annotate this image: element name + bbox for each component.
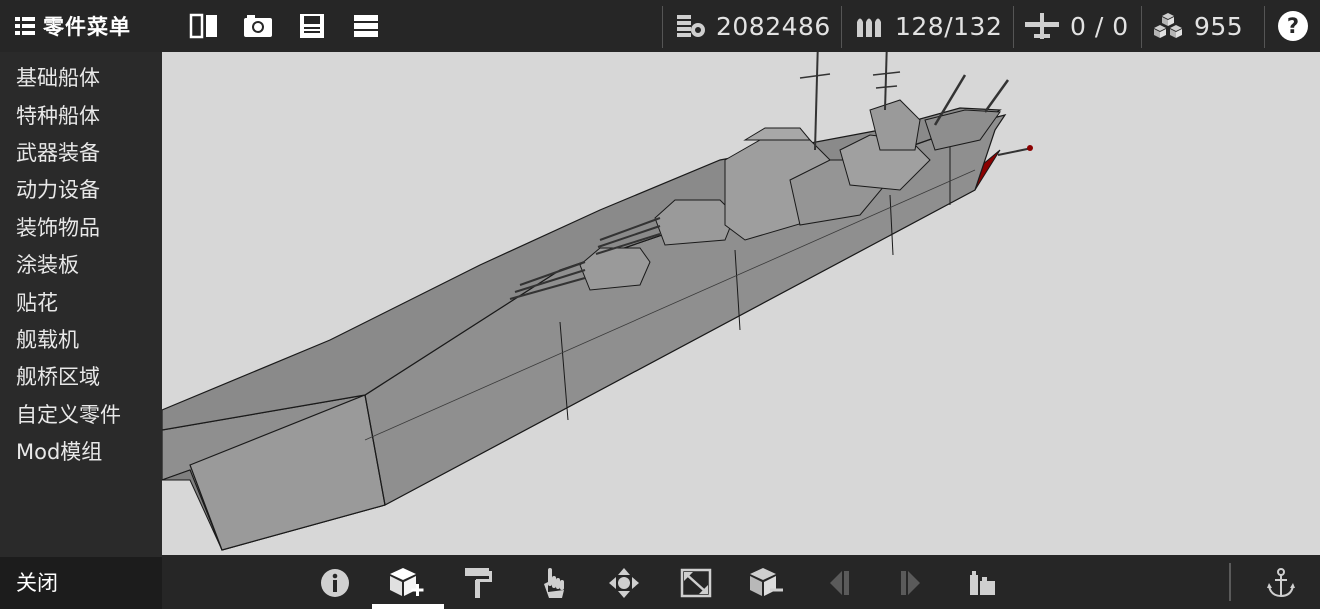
paint-roller-icon [465, 568, 492, 598]
undo-button[interactable] [819, 563, 859, 603]
ammo-icon [857, 18, 881, 37]
cost-value: 2082486 [716, 11, 831, 41]
category-power[interactable]: 动力设备 [16, 174, 100, 206]
bottom-toolbar [162, 555, 1320, 609]
select-button[interactable] [533, 563, 573, 603]
add-part-icon [390, 568, 424, 596]
divider [662, 6, 663, 48]
menu-title: 零件菜单 [43, 15, 131, 39]
info-icon [321, 569, 349, 597]
ammo-stat: 128/132 [855, 0, 1002, 52]
ship-3d-viewport[interactable] [162, 52, 1320, 555]
add-part-button[interactable] [387, 563, 427, 603]
hand-select-icon [544, 568, 564, 598]
divider [1013, 6, 1014, 48]
scale-icon [680, 568, 712, 598]
mirror-button[interactable] [186, 8, 222, 44]
category-bridge-area[interactable]: 舰桥区域 [16, 361, 100, 393]
screenshot-icon [244, 15, 272, 37]
info-button[interactable] [315, 563, 355, 603]
blocks-icon [1154, 13, 1182, 38]
cost-stat: 2082486 [676, 0, 831, 52]
move-icon [609, 568, 639, 598]
category-mods[interactable]: Mod模组 [16, 436, 102, 468]
active-tool-indicator [372, 604, 444, 609]
category-weapons[interactable]: 武器装备 [16, 137, 100, 169]
divider [1141, 6, 1142, 48]
divider [1264, 6, 1265, 48]
list-button[interactable] [348, 8, 384, 44]
category-aircraft[interactable]: 舰载机 [16, 324, 79, 356]
anchor-icon [1267, 568, 1295, 598]
redo-icon [901, 571, 920, 595]
category-decorations[interactable]: 装饰物品 [16, 212, 100, 244]
list-icon [354, 15, 378, 37]
redo-button[interactable] [891, 563, 931, 603]
help-icon: ? [1286, 14, 1300, 38]
parts-category-sidebar: 基础船体 特种船体 武器装备 动力设备 装饰物品 涂装板 贴花 舰载机 舰桥区域… [0, 52, 162, 557]
save-icon [300, 14, 324, 38]
screenshot-button[interactable] [240, 8, 276, 44]
aircraft-stat: 0 / 0 [1024, 0, 1129, 52]
remove-part-button[interactable] [747, 563, 787, 603]
category-basic-hull[interactable]: 基础船体 [16, 62, 100, 94]
coins-icon [677, 15, 705, 37]
undo-icon [830, 571, 849, 595]
group-button[interactable] [963, 563, 1003, 603]
parts-count-stat: 955 [1152, 0, 1243, 52]
category-special-hull[interactable]: 特种船体 [16, 100, 100, 132]
save-button[interactable] [294, 8, 330, 44]
warship-model [162, 52, 1033, 551]
mirror-icon [189, 13, 217, 39]
aircraft-value: 0 / 0 [1070, 11, 1129, 41]
remove-part-icon [750, 568, 783, 596]
anchor-button[interactable] [1261, 563, 1301, 603]
divider [841, 6, 842, 48]
paint-button[interactable] [459, 563, 499, 603]
category-decals[interactable]: 贴花 [16, 287, 58, 319]
close-button[interactable]: 关闭 [16, 557, 58, 609]
grid-menu-icon [15, 17, 35, 35]
parts-menu-toggle[interactable]: 零件菜单 [0, 0, 162, 52]
help-button[interactable]: ? [1278, 11, 1308, 41]
move-button[interactable] [604, 563, 644, 603]
divider [1229, 563, 1231, 601]
category-paint-panels[interactable]: 涂装板 [16, 249, 79, 281]
scale-button[interactable] [676, 563, 716, 603]
category-custom-parts[interactable]: 自定义零件 [16, 399, 121, 431]
parts-count-value: 955 [1194, 11, 1244, 41]
group-icon [970, 571, 995, 595]
aircraft-icon [1025, 13, 1059, 39]
top-bar: 零件菜单 2082486 128/132 0 / 0 955 ? [0, 0, 1320, 52]
sidebar-footer: 关闭 [0, 557, 162, 609]
ammo-value: 128/132 [895, 11, 1003, 41]
